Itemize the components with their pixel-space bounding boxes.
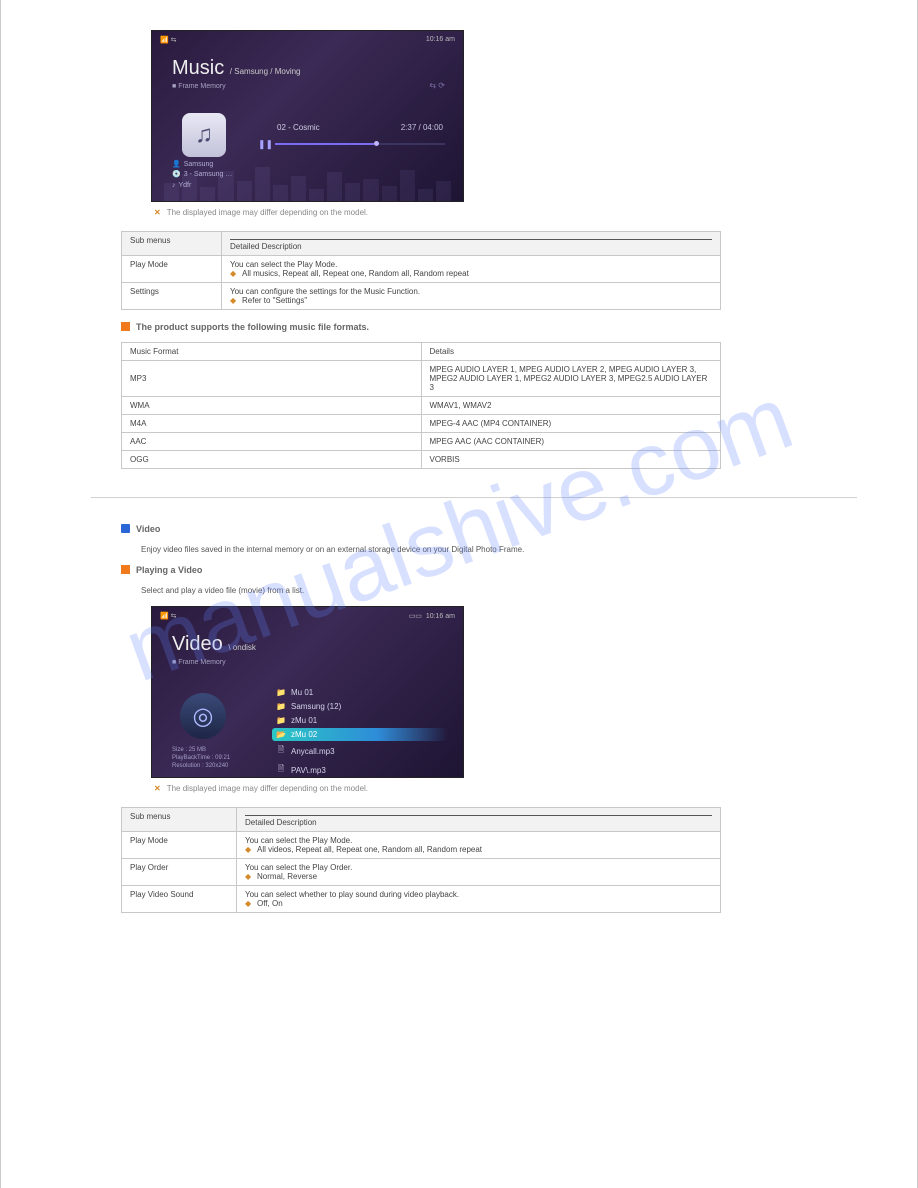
- video-file-list: 📁Mu 01 📁Samsung (12) 📁zMu 01 📂zMu 02 🗎An…: [272, 685, 448, 780]
- signal-icon: 📶 ⇆: [160, 36, 177, 44]
- submenu-description: You can select the Play Mode. ◆All video…: [237, 832, 721, 859]
- video-file-meta: Size : 25 MB PlayBackTime : 09:21 Resolu…: [172, 747, 230, 770]
- video-menu-table: Sub menus Detailed Description Play Mode…: [121, 807, 721, 913]
- list-item: 📁zMu 01: [272, 714, 448, 727]
- signal-icon: 📶 ⇆: [160, 612, 177, 620]
- video-intro: Enjoy video files saved in the internal …: [141, 544, 827, 555]
- note-icon: ✕: [154, 784, 161, 793]
- track-metadata: 👤Samsung 💿3 - Samsung … ♪Ydfr: [172, 160, 235, 192]
- list-item-selected: 📂zMu 02: [272, 728, 448, 741]
- table-header: Details: [421, 343, 721, 361]
- video-storage-label: ■ Frame Memory: [172, 659, 226, 666]
- file-icon: 🗎: [276, 744, 286, 758]
- clock-text: 10:16 am: [426, 613, 455, 620]
- table-header: Detailed Description: [237, 808, 721, 832]
- shuffle-repeat-icons: ⇆ ⟳: [429, 81, 445, 90]
- square-bullet-icon: [121, 322, 130, 331]
- folder-icon: 📁: [276, 702, 286, 711]
- folder-icon: 📁: [276, 688, 286, 697]
- video-sub-text: Select and play a video file (movie) fro…: [141, 585, 827, 596]
- table-header: Sub menus: [122, 232, 222, 256]
- table-header: Detailed Description: [222, 232, 721, 256]
- submenu-label: Play Mode: [122, 256, 222, 283]
- clock-text: 10:16 am: [426, 36, 455, 44]
- table-cell: AAC: [122, 433, 422, 451]
- list-item: 📁Samsung (12): [272, 700, 448, 713]
- table-cell: MPEG-4 AAC (MP4 CONTAINER): [421, 415, 721, 433]
- note-icon: ✕: [154, 208, 161, 217]
- track-title: 02 - Cosmic: [277, 123, 320, 132]
- video-title: Video: [172, 633, 223, 655]
- table-cell: VORBIS: [421, 451, 721, 469]
- file-icon: 🗎: [276, 763, 286, 777]
- submenu-label: Play Mode: [122, 832, 237, 859]
- submenu-description: You can select whether to play sound dur…: [237, 886, 721, 913]
- bullet-icon: ◆: [245, 845, 257, 854]
- submenu-label: Settings: [122, 283, 222, 310]
- video-path: \ ondisk: [228, 643, 256, 652]
- table-cell: MPEG AAC (AAC CONTAINER): [421, 433, 721, 451]
- music-menu-table: Sub menus Detailed Description Play Mode…: [121, 231, 721, 310]
- table-header: Sub menus: [122, 808, 237, 832]
- submenu-label: Play Order: [122, 859, 237, 886]
- pause-icon: ❚❚: [258, 139, 273, 150]
- submenu-label: Play Video Sound: [122, 886, 237, 913]
- music-title: Music: [172, 57, 224, 79]
- folder-icon: 📂: [276, 730, 286, 739]
- table-cell: WMAV1, WMAV2: [421, 397, 721, 415]
- music-storage-label: ■ Frame Memory: [172, 83, 226, 90]
- table-cell: WMA: [122, 397, 422, 415]
- music-path: / Samsung / Moving: [230, 67, 301, 76]
- table-cell: MP3: [122, 361, 422, 397]
- video-play-heading: Playing a Video: [121, 565, 827, 575]
- video-note: ✕The displayed image may differ dependin…: [154, 784, 827, 793]
- table-cell: MPEG AUDIO LAYER 1, MPEG AUDIO LAYER 2, …: [421, 361, 721, 397]
- table-cell: OGG: [122, 451, 422, 469]
- video-heading: Video: [121, 524, 827, 534]
- submenu-description: You can select the Play Order. ◆Normal, …: [237, 859, 721, 886]
- folder-icon: 📁: [276, 716, 286, 725]
- section-divider: [91, 497, 857, 498]
- track-time: 2:37 / 04:00: [401, 123, 443, 132]
- bullet-icon: ◆: [230, 296, 242, 305]
- table-cell: M4A: [122, 415, 422, 433]
- table-header: Music Format: [122, 343, 422, 361]
- list-item: 🗎Anycall.mp3: [272, 742, 448, 760]
- square-bullet-icon: [121, 524, 130, 533]
- music-player-screenshot: 📶 ⇆ 10:16 am Music / Samsung / Moving ■ …: [151, 30, 464, 202]
- film-reel-icon: ◎: [180, 693, 226, 739]
- video-browser-screenshot: 📶 ⇆ ▭▭ 10:16 am Video \ ondisk ■ Frame M…: [151, 606, 464, 778]
- bullet-icon: ◆: [230, 269, 242, 278]
- submenu-description: You can configure the settings for the M…: [222, 283, 721, 310]
- music-note: ✕The displayed image may differ dependin…: [154, 208, 827, 217]
- music-note-icon: ♫: [182, 113, 226, 157]
- battery-icon: ▭▭: [409, 613, 422, 620]
- list-item: 🗎PAV\.mp3: [272, 761, 448, 779]
- bullet-icon: ◆: [245, 899, 257, 908]
- music-formats-heading: The product supports the following music…: [121, 322, 827, 332]
- list-item: 📁Mu 01: [272, 686, 448, 699]
- square-bullet-icon: [121, 565, 130, 574]
- submenu-description: You can select the Play Mode. ◆All music…: [222, 256, 721, 283]
- progress-bar: [275, 143, 445, 145]
- music-format-table: Music Format Details MP3MPEG AUDIO LAYER…: [121, 342, 721, 469]
- bullet-icon: ◆: [245, 872, 257, 881]
